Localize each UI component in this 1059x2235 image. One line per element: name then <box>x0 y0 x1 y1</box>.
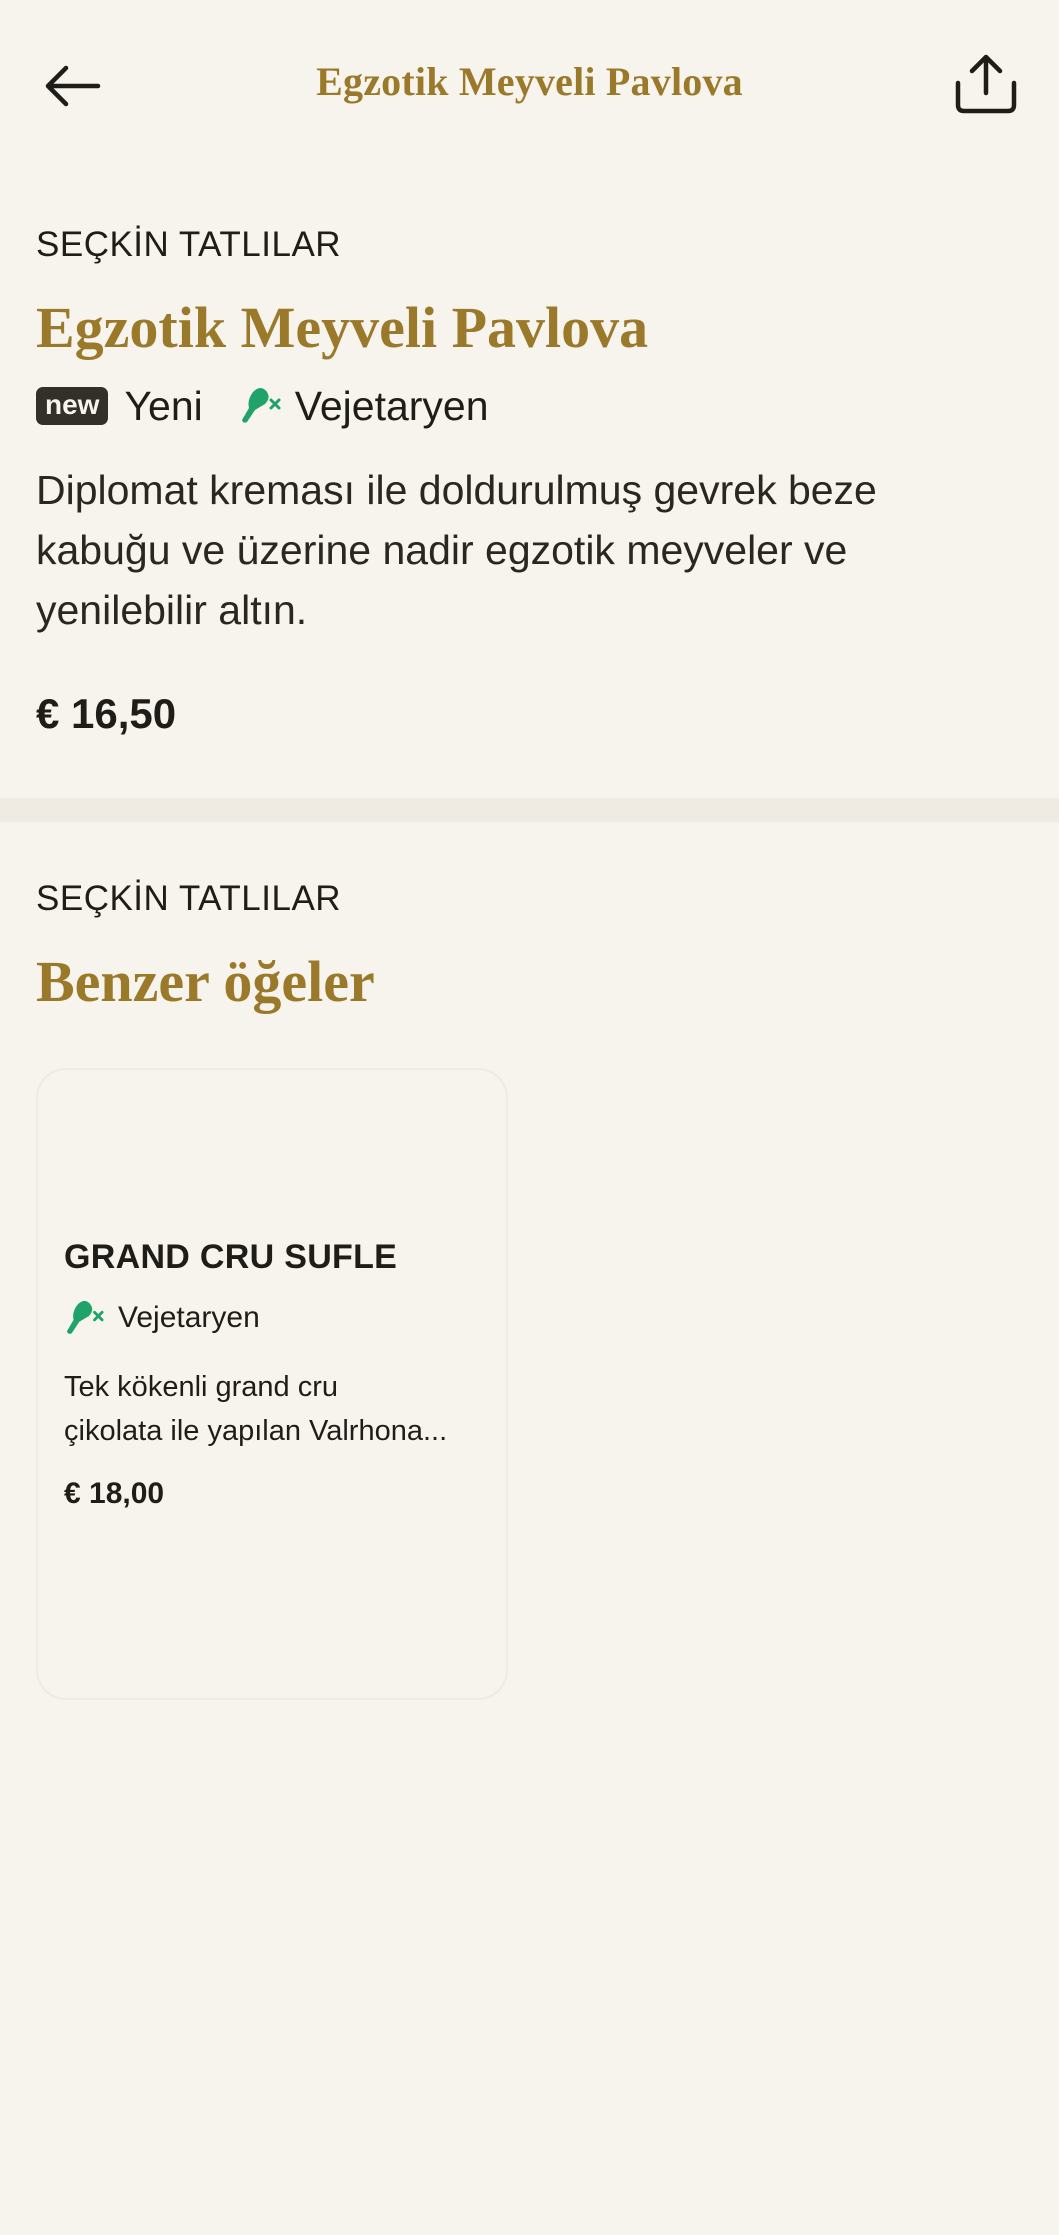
card-item-name: GRAND CRU SUFLE <box>64 1238 398 1276</box>
card-vegetarian-badge: Vejetaryen <box>64 1299 489 1337</box>
header-title: Egzotik Meyveli Pavlova <box>316 59 743 104</box>
card-description-line: Tek kökenli grand cru <box>64 1371 339 1403</box>
share-button[interactable] <box>948 48 1024 124</box>
similar-title: Benzer öğeler <box>36 949 375 1014</box>
similar-item-card[interactable]: GRAND CRU SUFLE Vejetaryen Tek kökenli g… <box>36 1068 508 1700</box>
product-title: Egzotik Meyveli Pavlova <box>36 295 649 360</box>
new-tag: new <box>36 387 109 425</box>
section-divider <box>0 798 1059 822</box>
product-category: SEÇKİN TATLILAR <box>36 225 342 264</box>
new-badge: new Yeni <box>36 383 203 430</box>
similar-category: SEÇKİN TATLILAR <box>36 879 342 918</box>
card-body: GRAND CRU SUFLE Vejetaryen Tek kökenli g… <box>64 1238 489 1511</box>
new-label: Yeni <box>124 382 203 429</box>
vegetarian-icon <box>64 1299 106 1337</box>
card-item-price: € 18,00 <box>64 1477 165 1510</box>
card-vegetarian-label: Vejetaryen <box>118 1301 260 1334</box>
card-description-line: çikolata ile yapılan Valrhona... <box>64 1415 448 1447</box>
share-icon <box>954 53 1018 120</box>
vegetarian-icon <box>239 386 283 426</box>
top-bar: Egzotik Meyveli Pavlova <box>0 0 1059 170</box>
card-item-description: Tek kökenli grand cru çikolata ile yapıl… <box>64 1365 489 1453</box>
product-description: Diplomat kreması ile doldurulmuş gevrek … <box>36 467 877 633</box>
product-price: € 16,50 <box>36 690 177 737</box>
product-badges: new Yeni Vejetaryen <box>36 376 1026 436</box>
similar-items-section: SEÇKİN TATLILAR Benzer öğeler <box>36 874 1026 1018</box>
product-details: SEÇKİN TATLILAR Egzotik Meyveli Pavlova … <box>36 220 1026 738</box>
vegetarian-label: Vejetaryen <box>294 382 489 429</box>
vegetarian-badge: Vejetaryen <box>239 383 489 430</box>
